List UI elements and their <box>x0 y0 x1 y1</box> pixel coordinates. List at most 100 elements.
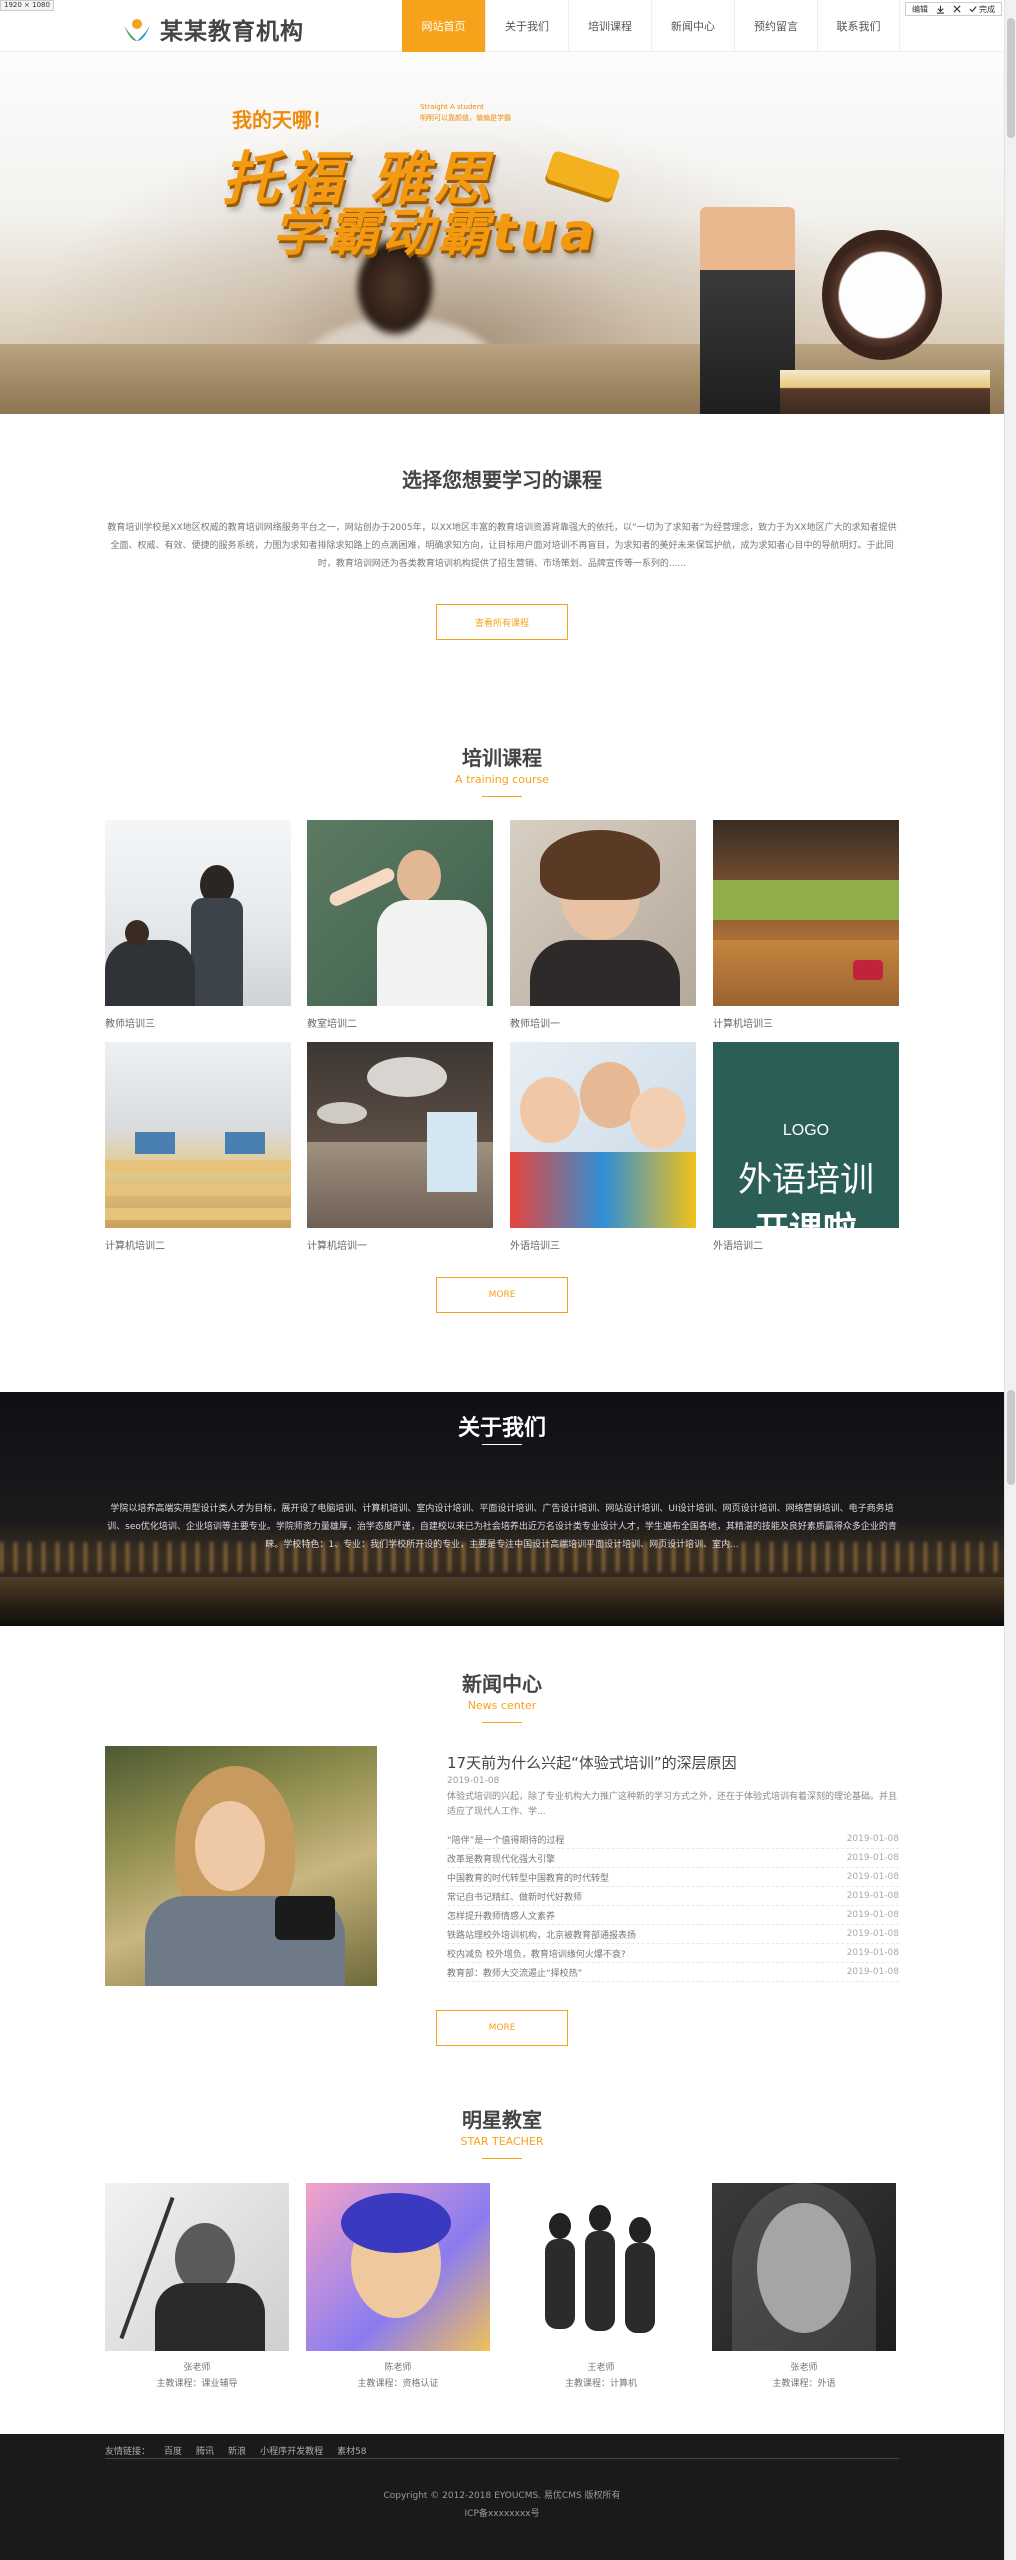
list-item[interactable]: 铁路站理校外培训机构，北京被教育部通报表扬 2019-01-08 <box>447 1925 899 1944</box>
edit-button[interactable]: 编辑 <box>912 4 928 15</box>
resolution-tag: 1920 × 1080 <box>0 0 54 11</box>
teacher-card[interactable]: 张老师 主教课程：外语 <box>712 2183 896 2389</box>
about-section: 关于我们 学院以培养高端实用型设计类人才为目标，展开设了电脑培训、计算机培训、室… <box>0 1392 1004 1626</box>
friend-link[interactable]: 素材58 <box>337 2444 366 2457</box>
course-card[interactable]: 教师培训三 <box>105 820 291 1030</box>
friend-link[interactable]: 百度 <box>164 2444 182 2457</box>
course-image: LOGO 外语培训 开课啦 <box>713 1042 899 1228</box>
check-icon <box>969 6 977 13</box>
teacher-major: 主教课程：资格认证 <box>357 2379 439 2389</box>
site-footer: 友情链接： 百度 腾讯 新浪 小程序开发教程 素材58 Copyright © … <box>0 2434 1004 2560</box>
site-logo[interactable]: 某某教育机构 <box>120 12 304 46</box>
poster-line1: 外语培训 <box>738 1160 874 1200</box>
friend-link[interactable]: 新浪 <box>228 2444 246 2457</box>
banner-subtitle: 学霸动霸tua <box>272 203 598 263</box>
nav-courses[interactable]: 培训课程 <box>568 0 651 52</box>
title-divider <box>482 796 522 797</box>
friend-links-label: 友情链接： <box>105 2447 151 2457</box>
course-name: 计算机培训一 <box>307 1241 367 1252</box>
course-name: 计算机培训二 <box>105 1241 165 1252</box>
banner-tagline: Straight A student 明明可以靠颜值，偏偏是学霸 <box>420 103 511 122</box>
main-nav: 网站首页 关于我们 培训课程 新闻中心 预约留言 联系我们 <box>402 0 900 52</box>
nav-contact[interactable]: 联系我们 <box>817 0 900 52</box>
footer-divider <box>105 2458 899 2459</box>
course-card[interactable]: 计算机培训二 <box>105 1042 291 1252</box>
nav-booking[interactable]: 预约留言 <box>734 0 817 52</box>
list-item[interactable]: 改革是教育现代化强大引擎 2019-01-08 <box>447 1849 899 1868</box>
news-subtitle: News center <box>467 1699 537 1712</box>
news-featured-summary: 体验式培训的兴起，除了专业机构大力推广这种新的学习方式之外，还在于体验式培训有着… <box>447 1792 898 1817</box>
teacher-photo <box>105 2183 289 2351</box>
download-button[interactable] <box>936 5 945 14</box>
title-divider <box>482 1444 522 1445</box>
logo-icon <box>120 15 154 43</box>
news-featured-date: 2019-01-08 <box>447 1776 500 1786</box>
course-name: 计算机培训三 <box>713 1019 773 1030</box>
edit-toolbar: 编辑 完成 <box>905 2 1002 16</box>
icp-number[interactable]: ICP备xxxxxxxx号 <box>0 2506 1004 2519</box>
teacher-card[interactable]: 陈老师 主教课程：资格认证 <box>306 2183 490 2389</box>
list-item[interactable]: 怎样提升教师情感人文素养 2019-01-08 <box>447 1906 899 1925</box>
course-card[interactable]: 计算机培训一 <box>307 1042 493 1252</box>
course-card[interactable]: 计算机培训三 <box>713 820 899 1030</box>
about-text[interactable]: 学院以培养高端实用型设计类人才为目标，展开设了电脑培训、计算机培训、室内设计培训… <box>104 1500 900 1554</box>
courses-more-button[interactable]: MORE <box>436 1277 568 1313</box>
teacher-card[interactable]: 王老师 主教课程：计算机 <box>509 2183 693 2389</box>
teacher-photo <box>306 2183 490 2351</box>
teacher-card[interactable]: 张老师 主教课程：课业辅导 <box>105 2183 289 2389</box>
poster-logo: LOGO <box>782 1122 830 1139</box>
list-item[interactable]: “陪伴”是一个值得期待的过程 2019-01-08 <box>447 1830 899 1849</box>
vertical-scrollbar[interactable] <box>1004 0 1016 2560</box>
news-featured-headline[interactable]: 17天前为什么兴起“体验式培训”的深层原因 <box>447 1752 737 1773</box>
course-image <box>510 1042 696 1228</box>
list-item[interactable]: 中国教育的时代转型中国教育的时代转型 2019-01-08 <box>447 1868 899 1887</box>
friend-link[interactable]: 小程序开发教程 <box>260 2444 323 2457</box>
teacher-major: 主教课程：计算机 <box>564 2379 637 2389</box>
teacher-name: 张老师 <box>183 2363 211 2373</box>
course-card[interactable]: 教室培训二 <box>307 820 493 1030</box>
close-button[interactable] <box>953 5 961 13</box>
teacher-major: 主教课程：课业辅导 <box>156 2379 238 2389</box>
teacher-name: 陈老师 <box>384 2363 412 2373</box>
nav-news[interactable]: 新闻中心 <box>651 0 734 52</box>
course-card[interactable]: LOGO 外语培训 开课啦 外语培训二 <box>713 1042 899 1252</box>
banner-tag: 我的天哪！ <box>232 108 332 132</box>
poster-line2: 开课啦 <box>713 1202 899 1228</box>
list-item[interactable]: 教育部：教师大交流遏止“择校热” 2019-01-08 <box>447 1963 899 1982</box>
news-more-button[interactable]: MORE <box>436 2010 568 2046</box>
course-image <box>307 820 493 1006</box>
news-featured-image[interactable] <box>105 1746 377 1986</box>
scrollbar-thumb[interactable] <box>1007 18 1015 138</box>
hero-banner[interactable]: 我的天哪！ Straight A student 明明可以靠颜值，偏偏是学霸 托… <box>0 52 1004 414</box>
course-image <box>713 820 899 1006</box>
view-all-courses-button[interactable]: 查看所有课程 <box>436 604 568 640</box>
title-divider <box>482 2158 522 2159</box>
course-image <box>510 820 696 1006</box>
teacher-name: 王老师 <box>587 2363 615 2373</box>
title-divider <box>482 1722 522 1723</box>
course-card[interactable]: 教师培训一 <box>510 820 696 1030</box>
intro-title: 选择您想要学习的课程 <box>402 468 602 492</box>
books-image <box>780 370 990 414</box>
course-card[interactable]: 外语培训三 <box>510 1042 696 1252</box>
done-button[interactable]: 完成 <box>969 4 995 15</box>
training-title: 培训课程 <box>462 746 542 770</box>
course-name: 外语培训二 <box>713 1241 763 1252</box>
course-image <box>105 820 291 1006</box>
about-title: 关于我们 <box>457 1416 546 1441</box>
teacher-photo <box>712 2183 896 2351</box>
list-item[interactable]: 常记自书记精红、做新时代好教师 2019-01-08 <box>447 1887 899 1906</box>
copyright: Copyright © 2012-2018 EYOUCMS. 易优CMS 版权所… <box>383 2491 621 2501</box>
alarm-clock-image <box>822 230 942 360</box>
page: 1920 × 1080 编辑 完成 某某教育机构 网站首页 关于我们 培训课程 … <box>0 0 1004 2560</box>
scrollbar-thumb[interactable] <box>1007 1390 1015 1485</box>
teacher-photo <box>509 2183 693 2351</box>
site-header: 某某教育机构 网站首页 关于我们 培训课程 新闻中心 预约留言 联系我们 <box>0 0 1004 52</box>
course-name: 教室培训二 <box>307 1019 357 1030</box>
course-name: 外语培训三 <box>510 1241 560 1252</box>
close-icon <box>953 5 961 13</box>
nav-home[interactable]: 网站首页 <box>402 0 485 52</box>
list-item[interactable]: 校内减负 校外增负，教育培训缘何火爆不衰? 2019-01-08 <box>447 1944 899 1963</box>
friend-link[interactable]: 腾讯 <box>196 2444 214 2457</box>
nav-about[interactable]: 关于我们 <box>485 0 568 52</box>
